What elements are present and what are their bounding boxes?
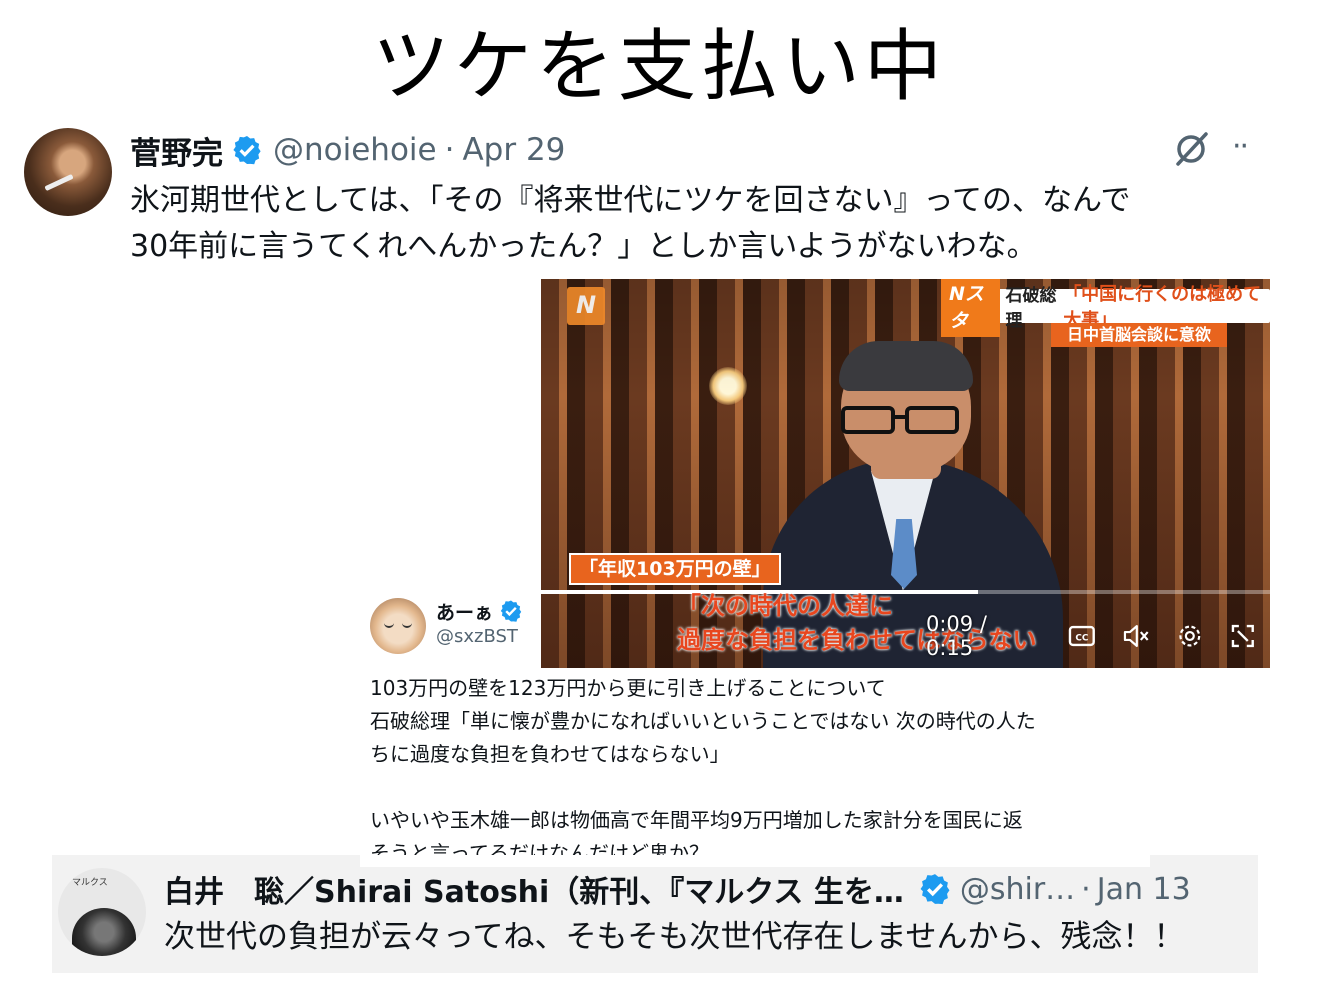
avatar-book-title: マルクス [72, 878, 108, 888]
more-options-icon[interactable]: ·· [1232, 132, 1256, 165]
tweet-text: 氷河期世代としては、「その『将来世代にツケを回さない』っての、なんで 30年前に… [130, 178, 1250, 270]
tweet-text-line: 氷河期世代としては、「その『将来世代にツケを回さない』っての、なんで [130, 183, 1131, 218]
logo-text: N [576, 291, 597, 319]
captions-icon[interactable]: CC [1067, 621, 1097, 651]
tweet-text-line: 30年前に言うてくれへんかったん？」としか言いようがないわな。 [130, 229, 1037, 264]
glasses [841, 406, 959, 434]
settings-gear-icon[interactable] [1175, 621, 1205, 651]
verified-badge-icon [231, 134, 263, 166]
verified-badge-icon [499, 599, 523, 623]
video-controls: 0:09 / 0:15 CC [926, 612, 1270, 660]
program-logo: Nスタ [941, 279, 1000, 337]
quote-text-line [370, 771, 1160, 804]
fullscreen-icon[interactable] [1228, 621, 1258, 651]
quote-header: あーぁ [436, 596, 523, 626]
quote-text-line: いやいや玉木雄一郎は物価高で年間平均9万円増加した家計分を国民に返 [370, 808, 1023, 832]
avatar-face [72, 908, 136, 956]
quote-avatar[interactable] [370, 598, 426, 654]
author-handle[interactable]: @noiehoie [273, 132, 437, 168]
avatar[interactable]: マルクス [58, 868, 146, 956]
tweet-header: 白井 聡／Shirai Satoshi（新刊、『マルクス 生を… @shir… … [164, 866, 1191, 912]
slide-title: ツケを支払い中 [371, 22, 946, 112]
avatar[interactable] [24, 128, 112, 216]
video-time: 0:09 / 0:15 [926, 612, 987, 660]
tweet-date[interactable]: Apr 29 [462, 132, 565, 168]
quote-text: 103万円の壁を123万円から更に引き上げることについて 石破総理「単に懐が豊か… [370, 672, 1160, 870]
author-handle[interactable]: @shir… [960, 872, 1075, 907]
quote-text-line: 103万円の壁を123万円から更に引き上げることについて [370, 676, 886, 700]
grok-icon[interactable] [1170, 128, 1212, 170]
quote-author-name[interactable]: あーぁ [436, 598, 493, 625]
mute-icon[interactable] [1121, 621, 1151, 651]
separator: · [444, 132, 455, 168]
video-player[interactable]: N Nスタ 石破総理 「中国に行くのは極めて大事」 日中首脳会談に意欲 「年収1… [541, 279, 1270, 668]
tweet-date[interactable]: Jan 13 [1097, 872, 1191, 907]
tweet-header: 菅野完 @noiehoie · Apr 29 [130, 126, 565, 174]
hair [839, 341, 973, 391]
separator: · [1081, 871, 1091, 907]
news-banner: Nスタ 石破総理 「中国に行くのは極めて大事」 [941, 279, 1270, 337]
quote-text-line: 石破総理「単に懐が豊かになればいいということではない 次の時代の人た [370, 709, 1036, 733]
banner-subtitle: 日中首脳会談に意欲 [1051, 323, 1228, 347]
svg-text:CC: CC [1076, 633, 1089, 643]
lower-third-caption: 「年収103万円の壁」 [569, 553, 781, 585]
quote-text-line: ちに過度な負担を負わせてはならない」 [370, 742, 730, 766]
author-name[interactable]: 菅野完 [130, 128, 223, 173]
tweet-text: 次世代の負担が云々ってね、そもそも次世代存在しませんから、残念！！ [164, 919, 1185, 955]
quote-author-handle[interactable]: @sxzBST [436, 626, 518, 647]
author-name[interactable]: 白井 聡／Shirai Satoshi（新刊、『マルクス 生を… [164, 867, 904, 911]
channel-logo: N [567, 287, 605, 325]
verified-badge-icon [918, 872, 952, 906]
